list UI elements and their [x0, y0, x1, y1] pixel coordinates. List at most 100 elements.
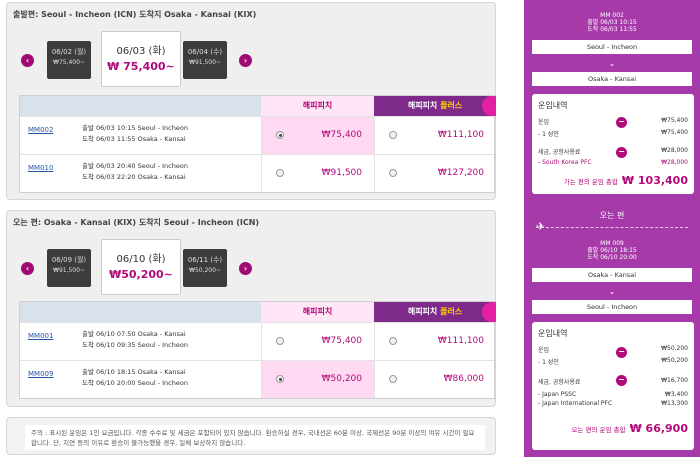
- flight-number-link[interactable]: MM002: [28, 126, 53, 134]
- flight-number-link[interactable]: MM001: [28, 332, 53, 340]
- fare-radio[interactable]: [389, 169, 397, 177]
- date-option-prev[interactable]: 06/09 (월) ₩91,500~: [47, 249, 91, 287]
- tax-item-value: ₩28,000: [661, 159, 688, 166]
- notice-text: 주의 : 표시된 운임은 1인 요금입니다. 각종 수수료 및 세금은 포함되어…: [25, 425, 485, 450]
- fare-cell-happy[interactable]: ₩75,400: [261, 117, 374, 154]
- table-row: MM002 출발 06/03 10:15 Seoul - Incheon 도착 …: [20, 116, 494, 154]
- fare-cell-plus[interactable]: ₩86,000: [374, 361, 496, 398]
- total-label: 가는 편의 운임 총합: [563, 178, 618, 186]
- total-amount: ₩ 66,900: [629, 422, 688, 435]
- fare-price: ₩75,400: [321, 336, 362, 346]
- fare-radio[interactable]: [276, 169, 284, 177]
- fare-radio[interactable]: [389, 131, 397, 139]
- header-label: 해피피치: [407, 307, 441, 316]
- origin-city: Seoul - Incheon: [532, 40, 692, 54]
- pax-label: - 1 성인: [538, 359, 559, 366]
- return-panel: 오는 편: Osaka - Kansai (KIX) 도착지 Seoul - I…: [6, 210, 496, 407]
- departure-leg: 출발 06/10 18:15 Osaka - Kansai: [82, 368, 186, 376]
- header-happy-peach-plus: 해피피치 플러스: [374, 302, 496, 322]
- table-header: 해피피치 해피피치 플러스: [20, 302, 496, 322]
- pax-value: ₩50,200: [661, 357, 688, 364]
- outbound-date-strip: ‹ 06/02 (월) ₩75,400~ 06/03 (화) ₩ 75,400~…: [17, 29, 487, 91]
- itinerary-summary-sidebar: MM 002 출발 06/03 10:15 도착 06/03 11:55 Seo…: [524, 0, 700, 457]
- fare-radio[interactable]: [389, 337, 397, 345]
- fare-line: 운임 ₩75,400: [538, 117, 688, 126]
- tax-item-label: - Japan International PFC: [538, 400, 613, 407]
- fare-label: 운임: [538, 347, 550, 354]
- table-row: MM001 출발 06/10 07:50 Osaka - Kansai 도착 0…: [20, 322, 494, 360]
- fare-cell-happy[interactable]: ₩91,500: [261, 155, 374, 192]
- return-fare-breakdown: 운임내역 운임 ₩50,200 − - 1 성인 ₩50,200 세금, 공항사용료…: [532, 322, 694, 450]
- next-date-arrow-icon[interactable]: ›: [239, 54, 252, 67]
- pax-value: ₩75,400: [661, 129, 688, 136]
- header-plus-label: 플러스: [440, 101, 463, 110]
- origin-city: Osaka - Kansai: [532, 268, 692, 282]
- header-label: 해피피치: [407, 101, 441, 110]
- fare-price: ₩75,400: [321, 130, 362, 140]
- fare-radio[interactable]: [276, 131, 284, 139]
- flight-legs: 출발 06/03 10:15 Seoul - Incheon 도착 06/03 …: [82, 123, 188, 145]
- fare-radio[interactable]: [276, 375, 284, 383]
- fare-radio[interactable]: [276, 337, 284, 345]
- fare-cell-happy[interactable]: ₩50,200: [261, 361, 374, 398]
- date-label: 06/04 (수): [187, 48, 223, 56]
- tax-label: 세금, 공항사용료: [538, 379, 581, 386]
- destination-city: Seoul - Incheon: [532, 300, 692, 314]
- table-row: MM009 출발 06/10 18:15 Osaka - Kansai 도착 0…: [20, 360, 494, 398]
- date-option-next[interactable]: 06/11 (수) ₩50,200~: [183, 249, 227, 287]
- fare-cell-plus[interactable]: ₩127,200: [374, 155, 496, 192]
- date-option-selected[interactable]: 06/03 (화) ₩ 75,400~: [101, 31, 181, 87]
- arrival-leg: 도착 06/03 11:55 Osaka - Kansai: [82, 135, 186, 143]
- date-label: 06/10 (화): [116, 254, 166, 265]
- fare-cell-plus[interactable]: ₩111,100: [374, 117, 496, 154]
- flight-number-link[interactable]: MM010: [28, 164, 53, 172]
- departure-leg: 출발 06/10 07:50 Osaka - Kansai: [82, 330, 186, 338]
- header-plus-label: 플러스: [440, 307, 463, 316]
- fare-price: ₩111,100: [437, 130, 484, 140]
- departure-time: 출발 06/03 10:15: [587, 19, 637, 26]
- date-price: ₩91,500~: [189, 59, 221, 66]
- date-price: ₩50,200~: [109, 268, 173, 281]
- flight-number-link[interactable]: MM009: [28, 370, 53, 378]
- tax-line: 세금, 공항사용료 ₩28,000: [538, 147, 688, 156]
- arrival-time: 도착 06/10 20:00: [587, 254, 637, 261]
- date-option-selected[interactable]: 06/10 (화) ₩50,200~: [101, 239, 181, 295]
- table-row: MM010 출발 06/03 20:40 Seoul - Incheon 도착 …: [20, 154, 494, 192]
- plus-badge-icon: [482, 96, 496, 116]
- fare-line: 운임 ₩50,200: [538, 345, 688, 354]
- date-label: 06/03 (화): [116, 46, 166, 57]
- outbound-panel: 출발편: Seoul - Incheon (ICN) 도착지 Osaka - K…: [6, 2, 496, 200]
- fare-radio[interactable]: [389, 375, 397, 383]
- fare-price: ₩91,500: [321, 168, 362, 178]
- tax-item-value: ₩13,300: [661, 400, 688, 407]
- collapse-minus-icon[interactable]: −: [616, 147, 627, 158]
- date-option-next[interactable]: 06/04 (수) ₩91,500~: [183, 41, 227, 79]
- header-happy-peach-plus: 해피피치 플러스: [374, 96, 496, 116]
- date-price: ₩91,500~: [53, 267, 85, 274]
- prev-date-arrow-icon[interactable]: ‹: [21, 262, 34, 275]
- table-header: 해피피치 해피피치 플러스: [20, 96, 496, 116]
- pax-line: - 1 성인 ₩75,400: [538, 129, 688, 138]
- arrival-leg: 도착 06/10 09:35 Seoul - Incheon: [82, 341, 188, 349]
- flight-legs: 출발 06/10 07:50 Osaka - Kansai 도착 06/10 0…: [82, 329, 188, 351]
- destination-city: Osaka - Kansai: [532, 72, 692, 86]
- flight-legs: 출발 06/03 20:40 Seoul - Incheon 도착 06/03 …: [82, 161, 188, 183]
- tax-item-line: - Japan International PFC ₩13,300: [538, 400, 688, 407]
- outbound-total: 가는 편의 운임 총합 ₩ 103,400: [532, 172, 694, 190]
- prev-date-arrow-icon[interactable]: ‹: [21, 54, 34, 67]
- return-total: 오는 편의 운임 총합 ₩ 66,900: [532, 420, 694, 438]
- flight-legs: 출발 06/10 18:15 Osaka - Kansai 도착 06/10 2…: [82, 367, 188, 389]
- collapse-minus-icon[interactable]: −: [616, 117, 627, 128]
- tax-item-line: - South Korea PFC ₩28,000: [538, 159, 688, 166]
- fare-label: 운임: [538, 119, 550, 126]
- fare-cell-plus[interactable]: ₩111,100: [374, 323, 496, 360]
- collapse-minus-icon[interactable]: −: [616, 375, 627, 386]
- next-date-arrow-icon[interactable]: ›: [239, 262, 252, 275]
- pax-label: - 1 성인: [538, 131, 559, 138]
- flight-number: MM 009: [600, 240, 624, 247]
- date-price: ₩50,200~: [189, 267, 221, 274]
- date-option-prev[interactable]: 06/02 (월) ₩75,400~: [47, 41, 91, 79]
- tax-item-value: ₩3,400: [664, 391, 688, 398]
- arrival-leg: 도착 06/10 20:00 Seoul - Incheon: [82, 379, 188, 387]
- fare-cell-happy[interactable]: ₩75,400: [261, 323, 374, 360]
